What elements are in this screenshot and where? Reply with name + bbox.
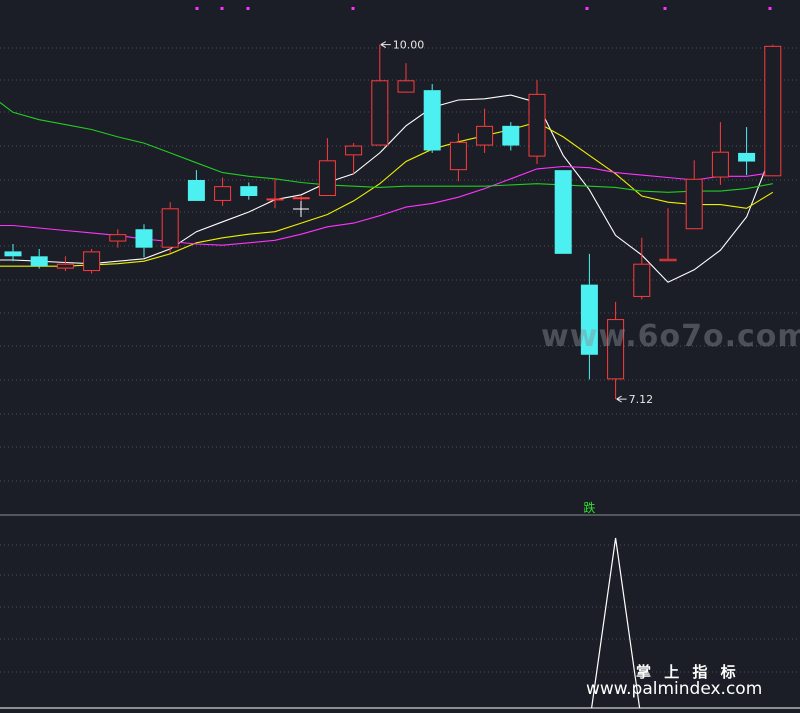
watermark-palmindex: www.palmindex.com: [586, 679, 762, 699]
candle-3: [83, 248, 101, 274]
candle-29: [764, 44, 782, 177]
candle-18: [476, 108, 494, 153]
candle-body-8: [214, 186, 232, 201]
candle-body-7: [187, 180, 205, 201]
top-markers: [195, 7, 772, 10]
candle-26: [685, 160, 703, 230]
annotation-label-1: 7.12: [629, 393, 654, 406]
candle-body-19: [502, 125, 520, 146]
candle-body-15: [397, 80, 415, 93]
crosshair-cursor: [293, 201, 309, 217]
annotation-0: 10.00: [380, 39, 425, 52]
candle-27: [711, 122, 729, 185]
candle-body-5: [135, 229, 153, 248]
candle-body-9: [240, 186, 258, 196]
candle-body-2: [56, 263, 74, 269]
candle-21: [554, 170, 572, 254]
top-marker-1: [220, 7, 224, 10]
candle-7: [187, 170, 205, 201]
top-marker-5: [663, 7, 667, 10]
annotation-arrow-1: [616, 395, 627, 403]
candle-body-26: [685, 178, 703, 230]
candle-body-29: [764, 45, 782, 177]
candle-24: [633, 237, 651, 300]
top-marker-3: [351, 7, 355, 10]
candle-20: [528, 80, 546, 164]
candle-body-17: [449, 141, 467, 171]
candle-12: [318, 138, 336, 196]
grid-lines: [0, 47, 800, 673]
candle-body-25: [659, 258, 677, 262]
candle-body-20: [528, 93, 546, 157]
candle-body-11: [292, 197, 310, 200]
candle-14: [371, 44, 389, 146]
signal-label: 跌: [583, 500, 595, 515]
top-marker-0: [195, 7, 199, 10]
candle-body-16: [423, 90, 441, 151]
candle-body-27: [711, 151, 729, 178]
candle-body-4: [109, 234, 127, 242]
candle-28: [738, 127, 756, 176]
candle-15: [397, 63, 415, 93]
candle-body-12: [318, 160, 336, 196]
top-marker-6: [768, 7, 772, 10]
candle-1: [30, 248, 48, 269]
top-marker-4: [585, 7, 589, 10]
annotation-label-0: 10.00: [393, 39, 425, 52]
candle-body-28: [738, 152, 756, 162]
price-annotations: 10.00 7.12 跌: [380, 39, 654, 515]
candle-body-0: [4, 251, 22, 257]
candle-10: [266, 178, 284, 209]
candle-5: [135, 224, 153, 258]
stock-chart: 10.00 7.12 跌 www.6o7o.com掌 上 指 标www.palmin…: [0, 7, 800, 709]
candle-25: [659, 208, 677, 262]
watermarks: www.6o7o.com掌 上 指 标www.palmindex.com: [541, 319, 800, 699]
candle-body-13: [345, 145, 363, 156]
top-marker-2: [246, 7, 250, 10]
candle-body-24: [633, 263, 651, 297]
candle-8: [214, 177, 232, 206]
candle-body-18: [476, 125, 494, 146]
candle-22: [580, 253, 598, 380]
candle-0: [4, 244, 22, 262]
annotation-arrow-0: [380, 41, 391, 49]
candle-body-10: [266, 198, 284, 201]
candle-11: [292, 196, 310, 201]
watermark-6o7o: www.6o7o.com: [541, 319, 800, 354]
annotation-1: 7.12: [616, 393, 654, 406]
candle-2: [56, 256, 74, 272]
candle-4: [109, 229, 127, 248]
candle-body-1: [30, 256, 48, 267]
candle-body-3: [83, 251, 101, 272]
candle-16: [423, 84, 441, 153]
candle-9: [240, 182, 258, 200]
candle-body-21: [554, 170, 572, 254]
candle-body-14: [371, 80, 389, 146]
candle-body-6: [161, 208, 179, 248]
candle-6: [161, 202, 179, 253]
